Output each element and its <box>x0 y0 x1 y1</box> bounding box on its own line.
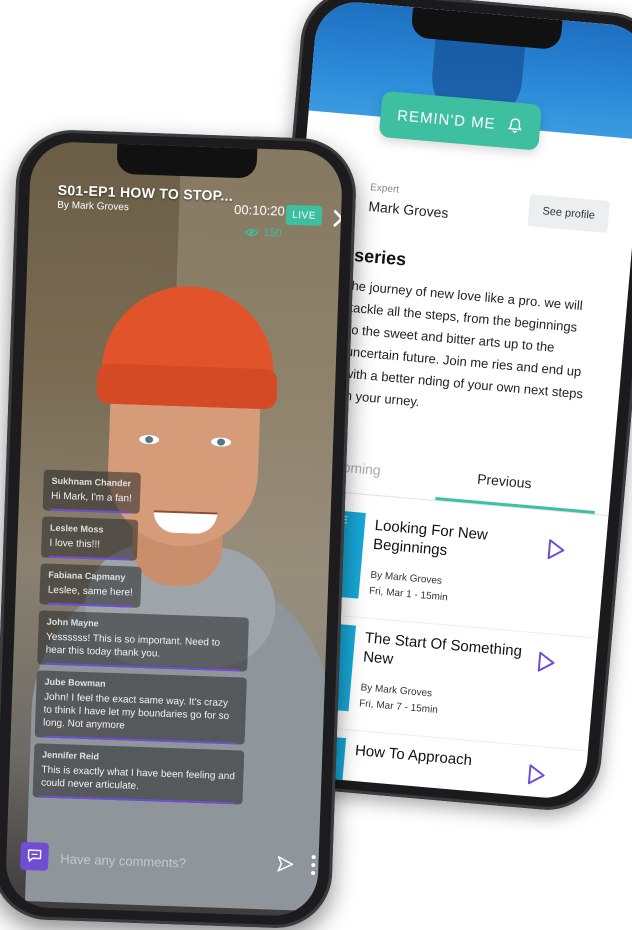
episode-author: By Mark Groves <box>369 569 443 587</box>
comment-item: Sukhnam Chander Hi Mark, I'm a fan! <box>42 469 141 514</box>
comment-text: John! I feel the exact same way. It's cr… <box>42 691 230 732</box>
comment-text: Leslee, same here! <box>47 584 133 599</box>
bell-icon <box>508 118 523 133</box>
expert-label: Expert <box>369 182 400 196</box>
viewer-count: 150 <box>244 226 282 240</box>
comment-input[interactable] <box>57 841 273 883</box>
comment-text: Yessssss! This is so important. Need to … <box>45 631 221 660</box>
presenter-eye <box>210 437 232 447</box>
chat-icon <box>27 849 42 862</box>
comment-item: John Mayne Yessssss! This is so importan… <box>37 610 249 672</box>
play-icon[interactable] <box>523 762 549 788</box>
comment-text: Hi Mark, I'm a fan! <box>50 490 133 505</box>
episode-date: Fri, Mar 7 - 15min <box>358 698 439 717</box>
comment-item: Leslee Moss I love this!!! <box>40 516 139 561</box>
remind-me-label: REMIN'D ME <box>396 106 497 133</box>
tab-previous[interactable]: Previous <box>477 471 533 492</box>
episode-author: By Mark Groves <box>360 682 433 700</box>
episode-title: The Start Of Something New <box>362 629 523 668</box>
viewer-count-value: 150 <box>263 226 282 240</box>
play-icon[interactable] <box>533 649 559 675</box>
expert-name: Mark Groves <box>367 198 450 222</box>
comment-item: Jennifer Reid This is exactly what I hav… <box>32 743 245 805</box>
front-phone: S01-EP1 HOW TO STOP... By Mark Groves 00… <box>0 128 358 930</box>
video-author: By Mark Groves <box>57 199 130 214</box>
eye-icon <box>244 228 259 237</box>
comment-item: Fabiana Capmany Leslee, same here! <box>39 563 142 608</box>
series-description: he journey of new love like a pro. we wi… <box>341 277 584 410</box>
stream-timer: 00:10:20 <box>233 201 286 219</box>
play-icon[interactable] <box>542 537 568 563</box>
series-heading: series <box>353 245 408 270</box>
presenter-eye <box>138 434 160 445</box>
episode-title: Looking For New Beginnings <box>372 516 489 560</box>
comment-text: This is exactly what I have been feeling… <box>40 764 236 792</box>
send-icon[interactable] <box>276 855 295 874</box>
see-profile-button[interactable]: See profile <box>527 194 610 233</box>
more-icon[interactable] <box>310 854 317 876</box>
chat-toggle-button[interactable] <box>20 841 49 871</box>
comment-author: Fabiana Capmany <box>48 569 126 583</box>
episode-title: How To Approach <box>354 742 473 770</box>
front-phone-notch <box>116 143 258 179</box>
episode-date: Fri, Mar 1 - 15min <box>368 585 449 604</box>
comment-text: I love this!!! <box>49 537 101 551</box>
live-video-screen: S01-EP1 HOW TO STOP... By Mark Groves 00… <box>4 140 344 918</box>
live-badge: LIVE <box>285 204 323 226</box>
active-tab-indicator <box>435 497 595 514</box>
comment-feed: Sukhnam Chander Hi Mark, I'm a fan! Lesl… <box>32 469 254 810</box>
presenter-beanie-cuff <box>96 363 278 410</box>
comment-author: Sukhnam Chander <box>51 475 132 489</box>
comment-item: Jube Bowman John! I feel the exact same … <box>34 670 247 745</box>
comment-author: Leslee Moss <box>49 522 104 535</box>
